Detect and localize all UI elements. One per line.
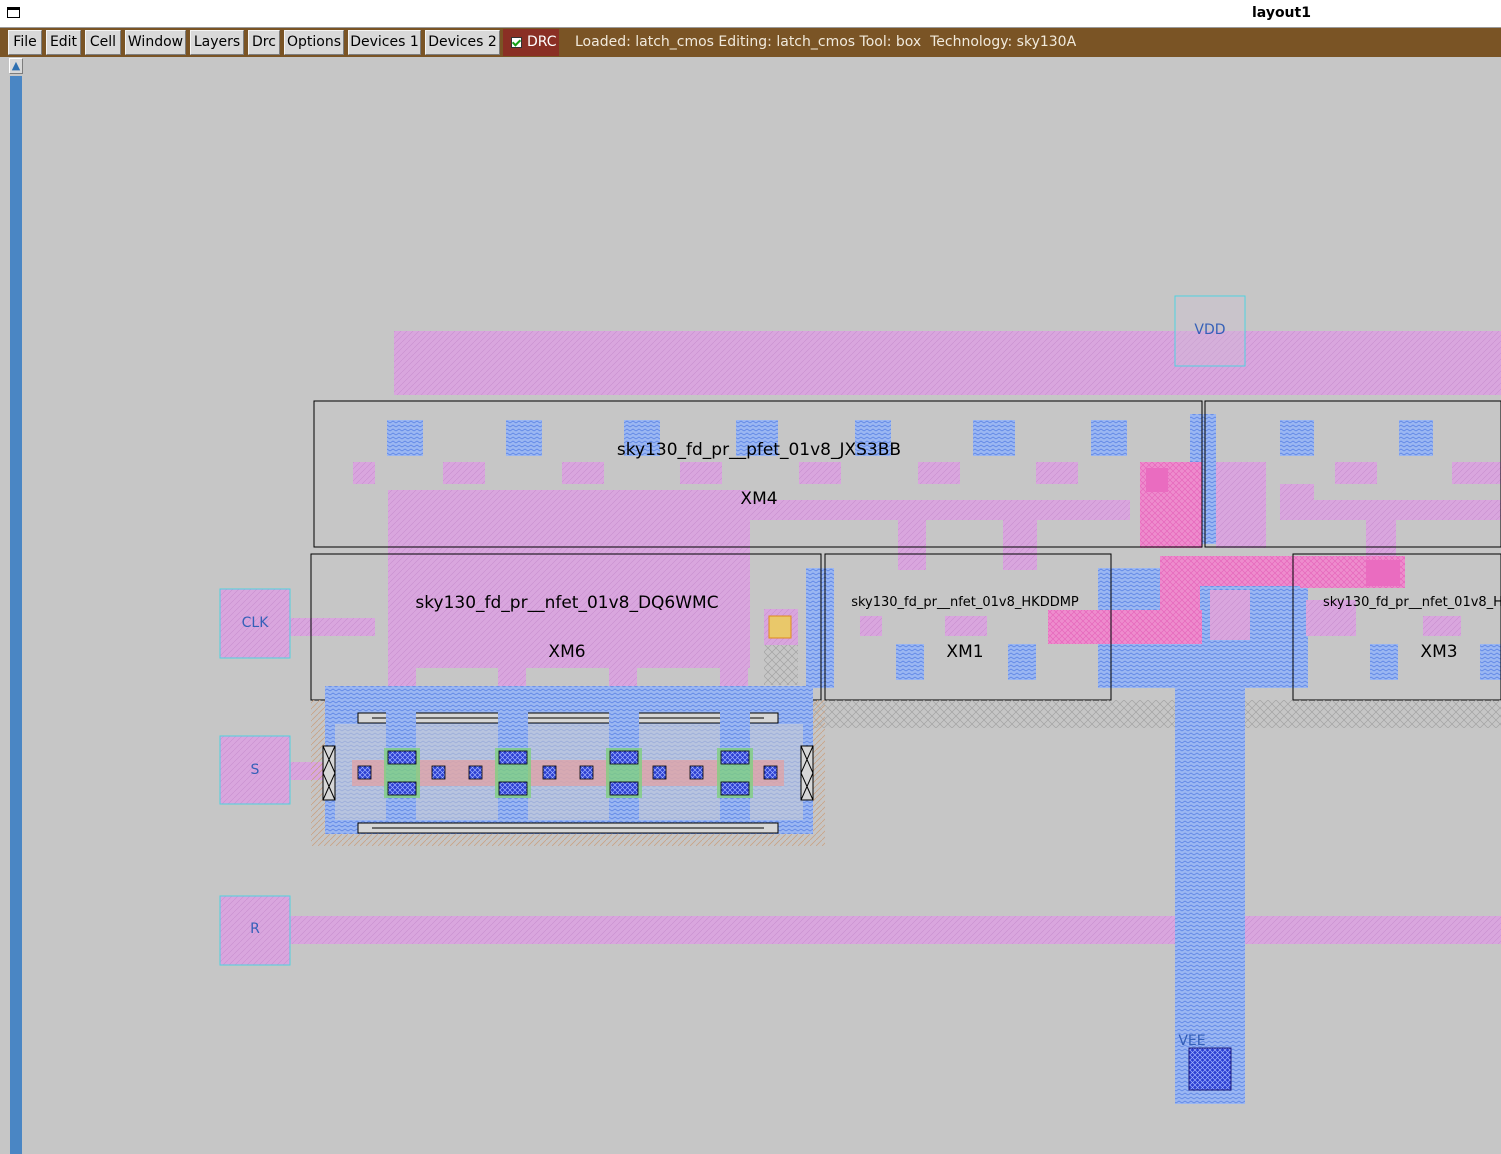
menu-devices-2[interactable]: Devices 2 [425,30,500,55]
pin-label-vdd: VDD [1194,322,1226,338]
window-title: layout1 [1252,5,1311,21]
status-text: Loaded: latch_cmos Editing: latch_cmos T… [575,34,1077,50]
vdd-rail [394,331,1501,395]
window-menu-icon[interactable] [7,7,20,18]
cell-name-xm1: sky130_fd_pr__nfet_01v8_HKDDMP [851,595,1079,610]
menu-options[interactable]: Options [284,30,344,55]
layout-drawing [219,295,1501,1104]
scroll-track[interactable] [10,76,22,1154]
transistor-array [311,686,825,846]
menu-drc[interactable]: Drc [248,30,280,55]
scroll-up-arrow-icon[interactable]: ▲ [9,58,23,74]
instance-label-xm4: XM4 [740,489,778,509]
nfet-xm3-geometry [1300,556,1501,680]
menu-devices-1[interactable]: Devices 1 [348,30,421,55]
r-rail [290,916,1501,944]
nfet-xm1-geometry [860,556,1308,688]
menu-file[interactable]: File [8,30,42,55]
menu-bar: File Edit Cell Window Layers Drc Options… [0,28,1501,57]
instance-label-xm1: XM1 [946,642,984,662]
menu-layers[interactable]: Layers [190,30,244,55]
menu-window[interactable]: Window [125,30,186,55]
menu-edit[interactable]: Edit [46,30,81,55]
cell-name-xm3: sky130_fd_pr__nfet_01v8_H [1323,595,1501,610]
pin-label-s: S [250,762,260,778]
pin-label-clk: CLK [241,615,269,631]
pin-label-r: R [250,921,260,937]
layout-canvas[interactable]: sky130_fd_pr__pfet_01v8_JXS3BB XM4 sky13… [25,57,1501,1154]
drc-label: DRC [527,34,557,50]
cell-name-xm6: sky130_fd_pr__nfet_01v8_DQ6WMC [415,593,719,613]
title-bar: layout1 [0,0,1501,28]
menu-cell[interactable]: Cell [85,30,121,55]
pin-label-vee: VEE [1178,1033,1206,1049]
instance-label-xm3: XM3 [1420,642,1458,662]
drc-toggle[interactable]: DRC [503,29,559,56]
instance-label-xm6: XM6 [548,642,586,662]
vertical-scrollbar[interactable]: ▲ [8,57,24,1154]
drc-checkbox[interactable] [511,37,522,48]
cell-name-xm4: sky130_fd_pr__pfet_01v8_JXS3BB [616,440,902,460]
